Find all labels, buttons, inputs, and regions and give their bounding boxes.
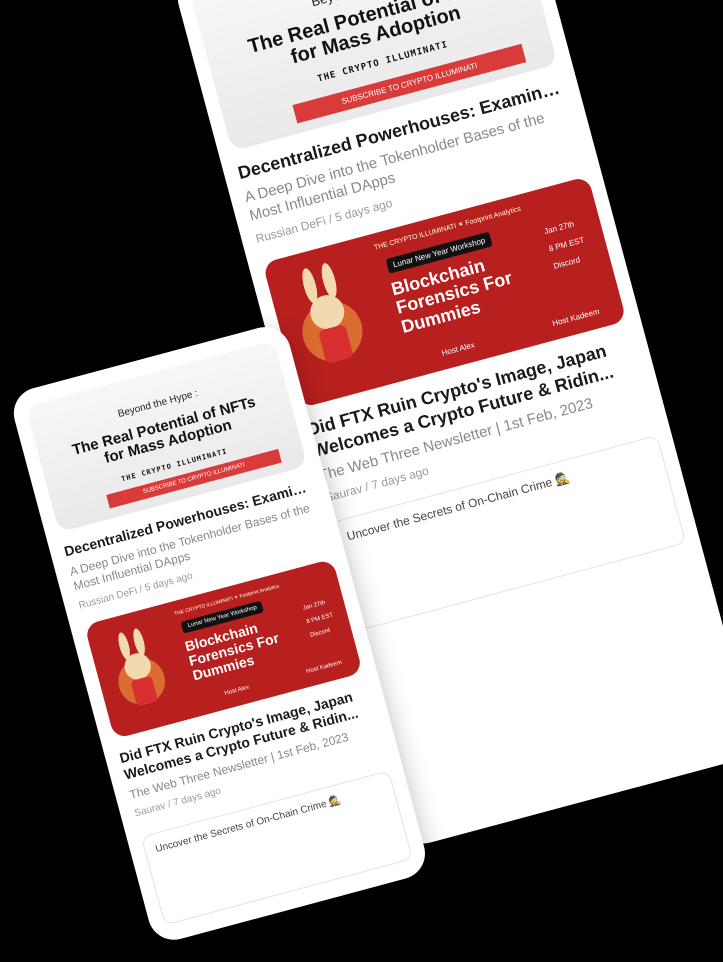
rabbit-mascot-icon — [118, 628, 165, 706]
event-details: Jan 27th 8 PM EST Discord — [301, 595, 338, 643]
post-author[interactable]: Saurav — [133, 801, 166, 820]
event-details: Jan 27th 8 PM EST Discord — [542, 214, 591, 276]
speaker-2: Host Kadeem — [551, 306, 601, 328]
speaker-2: Host Kadeem — [305, 659, 343, 675]
broken-image-placeholder[interactable]: Uncover the Secrets of On-Chain Crime 🕵️ — [140, 770, 413, 926]
speaker-1: Host Alex — [440, 339, 476, 358]
speaker-1: Host Alex — [223, 684, 250, 697]
